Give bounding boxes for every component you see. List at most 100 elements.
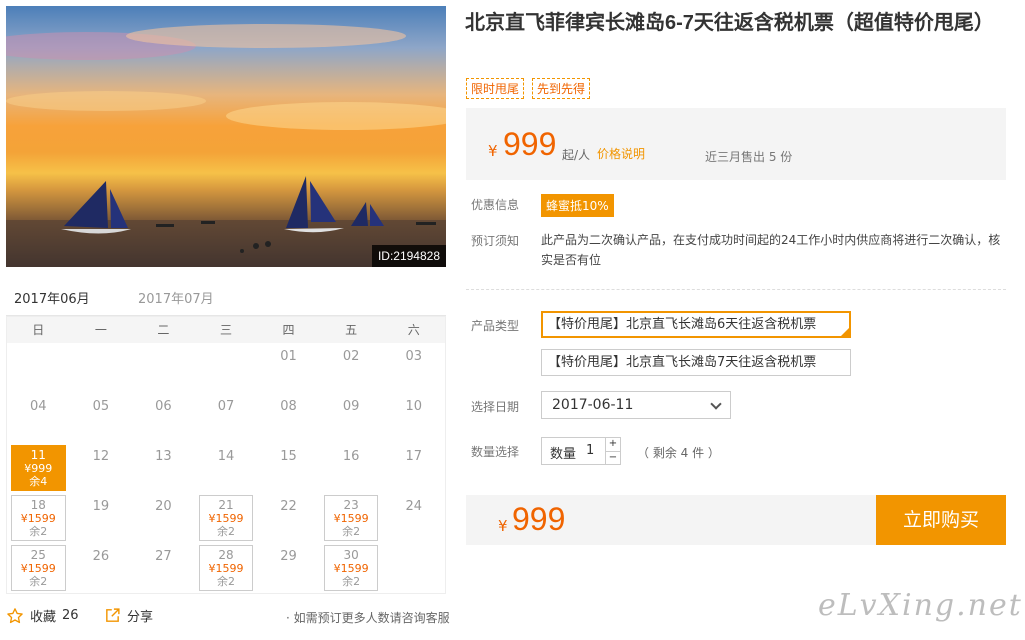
tab-2017-06[interactable]: 2017年06月 [8,288,96,319]
quantity-value[interactable]: 1 [586,443,594,458]
day-number: 28 [218,548,234,562]
day-number: 04 [30,399,47,414]
date-select[interactable]: 2017-06-11 [541,391,731,419]
weekday-label: 一 [94,323,107,337]
calendar-day-06: 06 [132,393,195,443]
day-number: 12 [92,449,110,464]
calendar-day-16: 16 [320,443,383,493]
product-type-option-6day[interactable]: 【特价甩尾】北京直飞长滩岛6天往返含税机票 [541,311,851,338]
day-number: 23 [343,498,359,512]
calendar-day-24: 24 [382,493,445,543]
day-number: 27 [155,549,172,564]
calendar-day-14: 14 [195,443,258,493]
calendar-day-26: 26 [70,543,133,593]
day-price: ¥999 [24,462,53,475]
month-tabs: 2017年06月 2017年07月 [6,284,446,319]
tag-list: 限时甩尾 先到先得 [466,78,591,99]
calendar-weekday-header: 日一二三四五六 [7,317,445,343]
divider [466,289,1006,290]
promo-label: 优惠信息 [471,198,520,212]
product-title: 北京直飞菲律宾长滩岛6-7天往返含税机票（超值特价甩尾） [465,12,994,34]
tag-first-come: 先到先得 [532,78,591,99]
weekday-label: 六 [407,323,420,337]
notice-label: 预订须知 [471,234,520,248]
day-number: 19 [92,499,110,514]
image-id-label: ID:2194828 [371,245,446,267]
quantity-label: 数量选择 [471,445,520,459]
day-number: 09 [342,399,360,414]
calendar-day-15: 15 [257,443,320,493]
buy-now-button[interactable]: 立即购买 [876,495,1006,545]
favorite-count: 26 [62,608,79,623]
day-number: 21 [218,498,234,512]
date-value: 2017-06-11 [552,397,634,413]
weekday-label: 五 [345,323,358,337]
calendar-day-02: 02 [320,343,383,393]
weekday-label: 日 [32,323,45,337]
day-number: 20 [155,499,172,514]
date-label: 选择日期 [471,400,520,414]
favorite-button[interactable]: 收藏 26 [6,606,79,625]
calendar-day-25[interactable]: 25 ¥1599 余2 [11,545,66,591]
price-panel: ¥ 999 起/人 价格说明 近三月售出 5 份 [466,108,1006,180]
favorite-label: 收藏 [30,610,57,625]
currency-symbol: ¥ [488,142,498,160]
calendar-day-08: 08 [257,393,320,443]
product-type-option-7day[interactable]: 【特价甩尾】北京直飞长滩岛7天往返含税机票 [541,349,851,376]
calendar-day-11[interactable]: 11 ¥999 余4 [11,445,66,491]
day-number: 03 [405,349,422,364]
weekday-label: 四 [282,323,295,337]
calendar-day-29: 29 [257,543,320,593]
day-number: 01 [280,349,297,364]
day-remaining: 余2 [216,525,235,538]
day-remaining: 余2 [342,575,361,588]
calendar-day-12: 12 [70,443,133,493]
day-number: 18 [30,498,46,512]
share-button[interactable]: 分享 [104,606,153,625]
consult-note: · 如需预订更多人数请咨询客服 [286,611,450,625]
quantity-buttons: + − [605,438,620,464]
day-number: 16 [342,449,360,464]
calendar-day-28[interactable]: 28 ¥1599 余2 [198,545,254,591]
price-calendar: 日 一 二 三 四 五 六 01 02 03 04 05 06 07 08 09 10 11 ¥999 余4 12 13… [6,316,446,594]
weekday-label: 二 [157,323,170,337]
calendar-day-01: 01 [257,343,320,393]
promo-badge: 蜂蜜抵10% [541,194,614,217]
day-number: 14 [217,449,235,464]
calendar-day-30[interactable]: 30 ¥1599 余2 [323,545,379,591]
day-number: 29 [280,549,297,564]
calendar-day-03: 03 [382,343,445,393]
day-number: 10 [405,399,422,414]
day-price: ¥1599 [333,562,369,575]
quantity-field-label: 数量 [550,447,577,462]
weekday-label: 三 [219,323,232,337]
day-price: ¥1599 [20,512,56,525]
price-explain-link[interactable]: 价格说明 [597,145,645,162]
quantity-stepper: 数量 1 + − [541,437,621,465]
tab-2017-07[interactable]: 2017年07月 [138,288,214,307]
day-number: 13 [155,449,172,464]
calendar-day-23[interactable]: 23 ¥1599 余2 [323,495,379,541]
quantity-increase-button[interactable]: + [606,438,620,451]
calendar-day-09: 09 [320,393,383,443]
calendar-day-21[interactable]: 21 ¥1599 余2 [198,495,254,541]
calendar-day-18[interactable]: 18 ¥1599 余2 [11,495,66,541]
day-remaining: 余2 [216,575,235,588]
sold-count: 近三月售出 5 份 [705,150,793,164]
calendar-day-19: 19 [70,493,133,543]
day-number: 07 [217,399,235,414]
calendar-day-22: 22 [257,493,320,543]
day-number: 17 [405,449,422,464]
notice-text: 此产品为二次确认产品，在支付成功时间起的24工作小时内供应商将进行二次确认，核实… [541,233,1001,267]
quantity-decrease-button[interactable]: − [606,451,620,464]
day-number: 06 [155,399,172,414]
sailboat-sunset-illustration [6,24,446,267]
calendar-empty-cell [7,343,70,393]
day-number: 05 [92,399,110,414]
day-number: 26 [92,549,110,564]
calendar-empty-cell [195,343,258,393]
remaining-stock: （ 剩余 4 件 ） [637,446,720,460]
day-number: 15 [280,449,297,464]
day-number: 24 [405,499,422,514]
total-price: 999 [512,501,566,537]
